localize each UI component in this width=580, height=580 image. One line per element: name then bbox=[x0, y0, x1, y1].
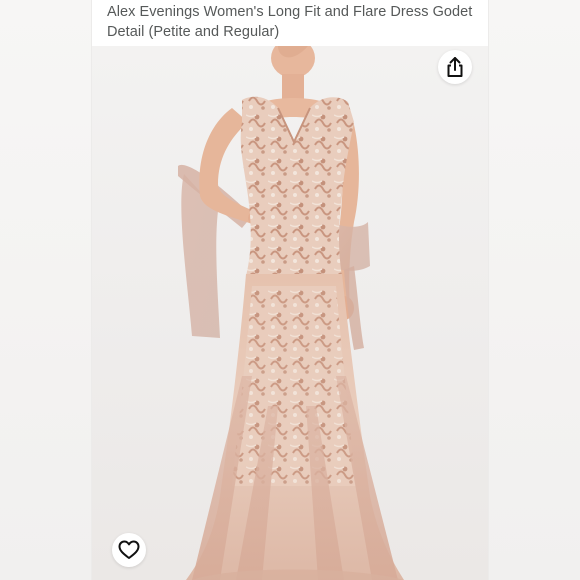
share-button[interactable] bbox=[438, 50, 472, 84]
wishlist-button[interactable] bbox=[112, 533, 146, 567]
screenshot-frame: Alex Evenings Women's Long Fit and Flare… bbox=[0, 0, 580, 580]
right-margin bbox=[488, 0, 580, 580]
dress-illustration bbox=[178, 46, 404, 580]
dress-lace-panel bbox=[232, 286, 356, 486]
shawl-right-wrap bbox=[336, 222, 370, 271]
share-icon bbox=[447, 57, 463, 77]
heart-outline-icon bbox=[118, 540, 140, 559]
left-margin bbox=[0, 0, 92, 580]
product-image[interactable] bbox=[92, 46, 488, 580]
dress-bodice bbox=[240, 96, 354, 276]
product-title: Alex Evenings Women's Long Fit and Flare… bbox=[107, 4, 473, 40]
model-neck bbox=[282, 74, 304, 100]
